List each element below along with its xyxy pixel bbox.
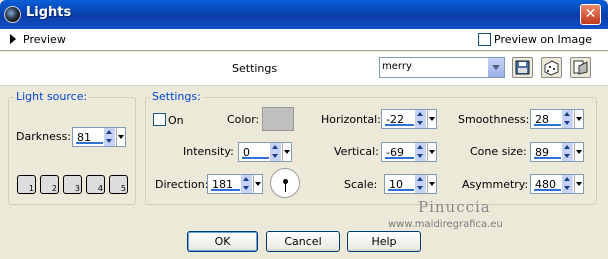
horizontal-spinner[interactable]: -22 xyxy=(381,109,437,129)
preset-value: merry xyxy=(382,61,412,72)
dropdown-arrow-button[interactable] xyxy=(487,58,504,77)
vertical-label: Vertical: xyxy=(334,145,379,158)
title-bar xyxy=(0,0,608,29)
spinner-dropdown-icon[interactable] xyxy=(427,143,436,161)
preset-light-4[interactable]: 4 xyxy=(86,175,105,194)
darkness-label: Darkness: xyxy=(16,130,72,143)
horizontal-label: Horizontal: xyxy=(321,113,381,126)
manage-presets-button[interactable] xyxy=(570,57,591,78)
window-title: Lights xyxy=(26,5,72,20)
spinner-dropdown-icon[interactable] xyxy=(282,143,291,161)
preset-light-1[interactable]: 1 xyxy=(17,175,36,194)
app-icon xyxy=(4,6,21,23)
expand-triangle-icon[interactable] xyxy=(10,34,16,44)
vertical-spinner[interactable]: -69 xyxy=(381,142,437,162)
intensity-label: Intensity: xyxy=(183,145,234,158)
value-underline xyxy=(76,142,103,144)
randomize-button[interactable] xyxy=(541,57,562,78)
color-label: Color: xyxy=(227,113,260,126)
smoothness-spinner[interactable]: 28 xyxy=(530,109,584,129)
spinner-dropdown-icon[interactable] xyxy=(574,175,583,193)
preset-light-2[interactable]: 2 xyxy=(40,175,59,194)
close-button[interactable]: ✕ xyxy=(580,4,601,25)
direction-dial[interactable] xyxy=(270,168,300,198)
watermark-url: www.maidiregrafica.eu xyxy=(388,219,503,230)
direction-spinner[interactable]: 181 xyxy=(207,174,263,194)
spinner-dropdown-icon[interactable] xyxy=(574,110,583,128)
spinner-arrows[interactable] xyxy=(104,128,115,146)
scale-spinner[interactable]: 10 xyxy=(384,174,437,194)
preset-light-5[interactable]: 5 xyxy=(109,175,128,194)
preview-on-image-checkbox[interactable] xyxy=(478,33,491,46)
chevron-down-icon xyxy=(492,65,500,70)
ok-button[interactable]: OK xyxy=(187,231,258,252)
manage-presets-icon xyxy=(573,60,588,75)
color-swatch[interactable] xyxy=(262,107,294,131)
spinner-dropdown-icon[interactable] xyxy=(427,110,436,128)
dice-icon xyxy=(544,60,559,76)
spinner-dropdown-icon[interactable] xyxy=(427,175,436,193)
spinner-dropdown-icon[interactable] xyxy=(116,128,125,146)
cone-size-spinner[interactable]: 89 xyxy=(530,142,584,162)
light-source-legend: Light source: xyxy=(14,90,90,103)
settings-legend: Settings: xyxy=(150,90,203,103)
on-label[interactable]: On xyxy=(168,114,184,127)
cancel-button[interactable]: Cancel xyxy=(266,231,340,252)
preview-toggle-label[interactable]: Preview xyxy=(23,33,66,46)
preset-light-3[interactable]: 3 xyxy=(63,175,82,194)
asymmetry-label: Asymmetry: xyxy=(462,178,529,191)
darkness-spinner[interactable]: 81 xyxy=(72,127,126,147)
spinner-dropdown-icon[interactable] xyxy=(253,175,262,193)
cone-size-label: Cone size: xyxy=(470,145,527,158)
direction-label: Direction: xyxy=(155,178,209,191)
floppy-disk-icon xyxy=(515,60,530,75)
on-checkbox[interactable] xyxy=(153,113,166,126)
smoothness-label: Smoothness: xyxy=(458,113,530,126)
preview-on-image-label[interactable]: Preview on Image xyxy=(494,33,592,46)
help-button[interactable]: Help xyxy=(347,231,421,252)
intensity-spinner[interactable]: 0 xyxy=(238,142,292,162)
asymmetry-spinner[interactable]: 480 xyxy=(530,174,584,194)
settings-label: Settings xyxy=(232,62,278,75)
spinner-dropdown-icon[interactable] xyxy=(574,143,583,161)
preset-dropdown[interactable]: merry xyxy=(379,57,505,78)
scale-label: Scale: xyxy=(344,178,378,191)
watermark-name: Pinuccia xyxy=(418,198,491,216)
save-preset-button[interactable] xyxy=(512,57,533,78)
